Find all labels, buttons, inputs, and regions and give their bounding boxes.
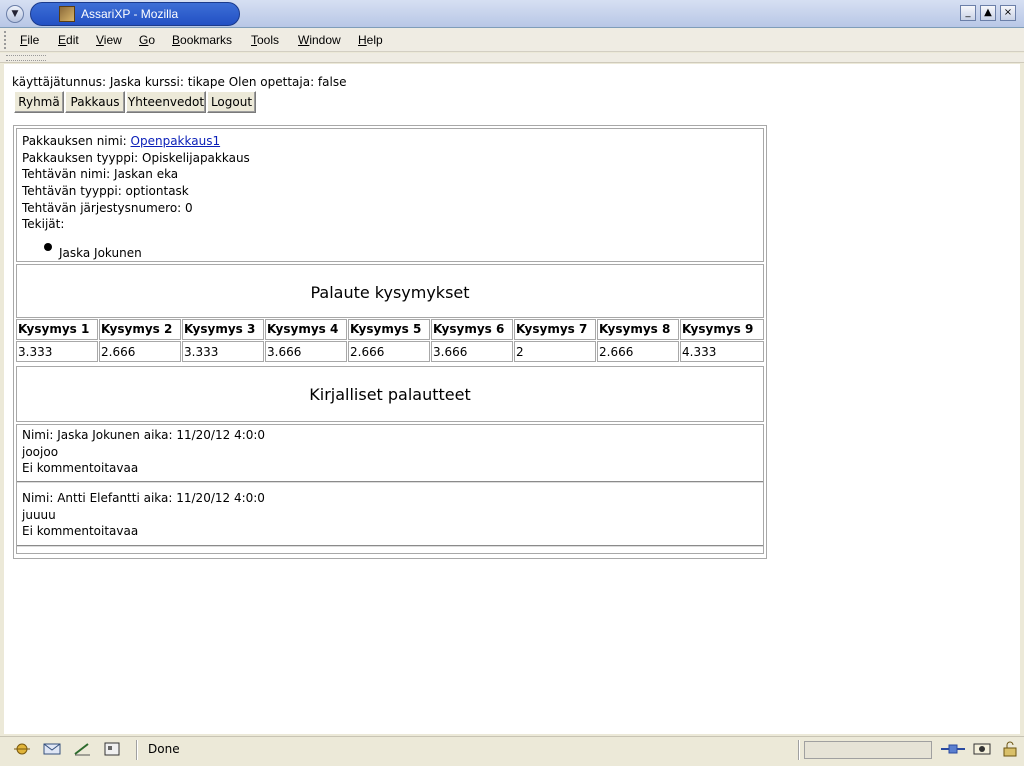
written-feedback-cell: Nimi: Jaska Jokunen aika: 11/20/12 4:0:0… (16, 424, 764, 554)
menu-help[interactable]: Help (358, 33, 383, 47)
question-header: Kysymys 5 (348, 319, 430, 340)
question-header: Kysymys 6 (431, 319, 513, 340)
feedback-questions-title: Palaute kysymykset (310, 283, 470, 302)
question-header: Kysymys 8 (597, 319, 679, 340)
question-value: 3.333 (182, 341, 264, 362)
status-text: Done (148, 742, 180, 756)
question-header: Kysymys 3 (182, 319, 264, 340)
online-status-icon[interactable] (940, 741, 966, 757)
question-value: 2 (514, 341, 596, 362)
bullet-icon (44, 243, 52, 251)
minimize-button[interactable]: _ (960, 5, 976, 21)
browser-window: ▼ AssariXP - Mozilla _ ▲ × File Edit Vie… (0, 0, 1024, 766)
question-value: 2.666 (597, 341, 679, 362)
close-button[interactable]: × (1000, 5, 1016, 21)
entry-divider (17, 545, 763, 547)
question-value: 2.666 (348, 341, 430, 362)
package-name-link[interactable]: Openpakkaus1 (131, 134, 221, 148)
session-info: käyttäjätunnus: Jaska kurssi: tikape Ole… (12, 75, 347, 89)
question-value: 3.333 (16, 341, 98, 362)
nav-pakkaus-button[interactable]: Pakkaus (65, 91, 125, 113)
navigator-icon[interactable] (12, 741, 32, 757)
nav-ryhma-button[interactable]: Ryhmä (14, 91, 64, 113)
privacy-icon[interactable] (972, 741, 992, 757)
status-divider (136, 740, 138, 760)
nav-yhteenvedot-button[interactable]: Yhteenvedot (126, 91, 206, 113)
task-order-line: Tehtävän järjestysnumero: 0 (22, 201, 193, 215)
status-bar: Done (0, 736, 1024, 766)
status-divider (798, 740, 800, 760)
question-value: 3.666 (431, 341, 513, 362)
written-feedback-title-cell: Kirjalliset palautteet (16, 366, 764, 422)
menubar-grip[interactable] (4, 31, 10, 49)
menu-window[interactable]: Window (298, 33, 341, 47)
mail-icon[interactable] (42, 741, 62, 757)
progress-area (804, 741, 932, 759)
menu-bar: File Edit View Go Bookmarks Tools Window… (0, 28, 1024, 52)
question-header: Kysymys 9 (680, 319, 764, 340)
feedback-entry-text: juuuu (22, 508, 56, 522)
menu-file[interactable]: File (20, 33, 39, 47)
feedback-questions-title-cell: Palaute kysymykset (16, 264, 764, 318)
collapsed-toolbar[interactable] (0, 53, 1024, 63)
question-value: 3.666 (265, 341, 347, 362)
menu-go[interactable]: Go (139, 33, 155, 47)
feedback-entry-comment: Ei kommentoitavaa (22, 461, 139, 475)
page-content: käyttäjätunnus: Jaska kurssi: tikape Ole… (4, 64, 1020, 734)
feedback-entry-header: Nimi: Jaska Jokunen aika: 11/20/12 4:0:0 (22, 428, 266, 442)
written-feedback-title: Kirjalliset palautteet (309, 385, 471, 404)
package-name-line: Pakkauksen nimi: Openpakkaus1 (22, 134, 221, 148)
package-info-cell: Pakkauksen nimi: Openpakkaus1 Pakkauksen… (16, 128, 764, 262)
window-menu-button[interactable]: ▼ (6, 5, 24, 23)
window-title: AssariXP - Mozilla (81, 7, 179, 21)
author-item: Jaska Jokunen (59, 246, 142, 260)
question-header: Kysymys 4 (265, 319, 347, 340)
title-pill: AssariXP - Mozilla (30, 2, 240, 26)
menu-tools[interactable]: Tools (251, 33, 279, 47)
question-value: 4.333 (680, 341, 764, 362)
question-header: Kysymys 1 (16, 319, 98, 340)
authors-label: Tekijät: (22, 217, 65, 231)
question-value: 2.666 (99, 341, 181, 362)
menu-view[interactable]: View (96, 33, 122, 47)
title-bar: ▼ AssariXP - Mozilla _ ▲ × (0, 0, 1024, 28)
feedback-entry-header: Nimi: Antti Elefantti aika: 11/20/12 4:0… (22, 491, 265, 505)
task-type-line: Tehtävän tyyppi: optiontask (22, 184, 189, 198)
toolbar-grip[interactable] (6, 55, 46, 61)
nav-logout-button[interactable]: Logout (207, 91, 256, 113)
address-book-icon[interactable] (102, 741, 122, 757)
package-type-line: Pakkauksen tyyppi: Opiskelijapakkaus (22, 151, 250, 165)
task-name-line: Tehtävän nimi: Jaskan eka (22, 167, 179, 181)
question-header: Kysymys 7 (514, 319, 596, 340)
maximize-button[interactable]: ▲ (980, 5, 996, 21)
app-icon (59, 6, 75, 22)
question-header: Kysymys 2 (99, 319, 181, 340)
composer-icon[interactable] (72, 741, 92, 757)
package-table: Pakkauksen nimi: Openpakkaus1 Pakkauksen… (13, 125, 767, 559)
feedback-entry-text: joojoo (22, 445, 59, 459)
menu-edit[interactable]: Edit (58, 33, 79, 47)
feedback-entry-comment: Ei kommentoitavaa (22, 524, 139, 538)
security-lock-icon[interactable] (1000, 741, 1020, 757)
entry-divider (17, 481, 763, 483)
menu-bookmarks[interactable]: Bookmarks (172, 33, 232, 47)
